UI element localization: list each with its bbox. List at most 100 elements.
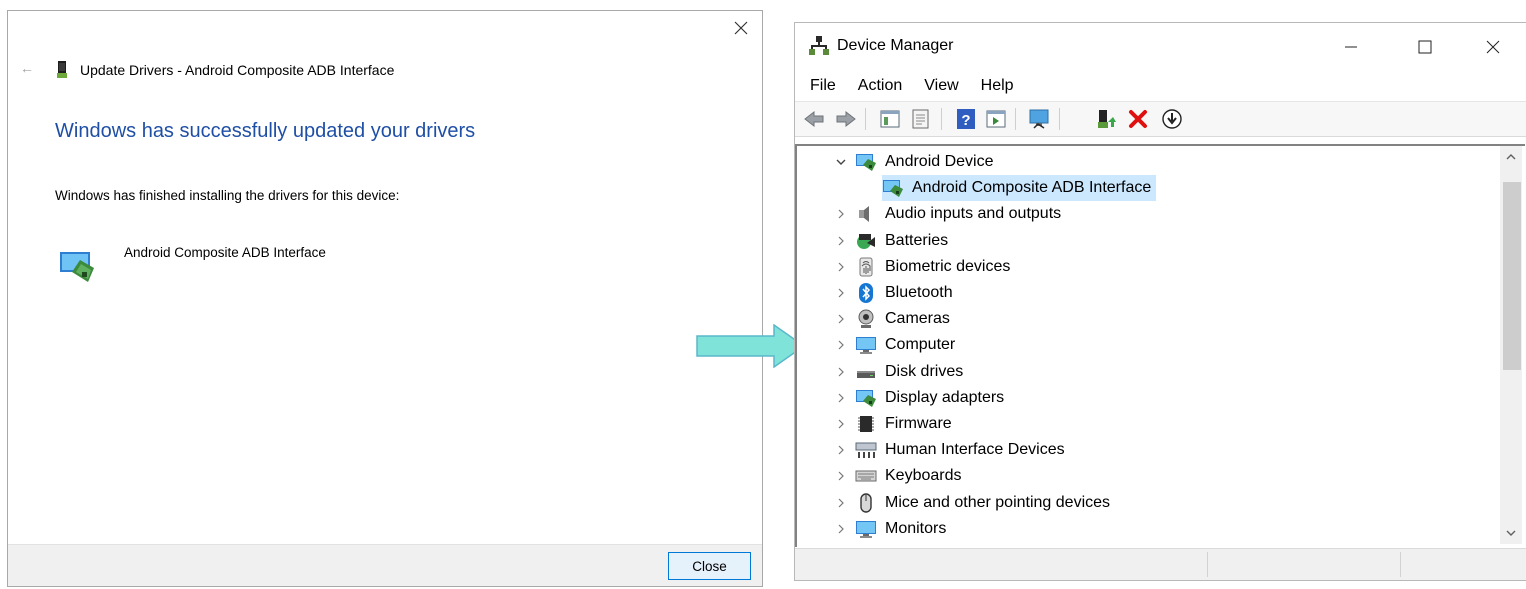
tree-item-label: Biometric devices [885, 257, 1011, 275]
show-hide-console-tree-icon[interactable] [879, 108, 901, 130]
display-adapter-icon [60, 252, 94, 282]
disk-drive-icon [857, 370, 875, 378]
tree-item-label: Cameras [885, 310, 950, 328]
tree-item[interactable]: Batteries [855, 228, 948, 254]
device-name: Android Composite ADB Interface [124, 245, 326, 260]
chevron-right-icon[interactable] [835, 235, 847, 247]
menu-help[interactable]: Help [966, 73, 1014, 99]
properties-icon[interactable] [910, 108, 932, 130]
chevron-right-icon[interactable] [835, 470, 847, 482]
display-adapter-icon [856, 389, 876, 407]
close-icon [1486, 40, 1500, 54]
chevron-right-icon[interactable] [835, 497, 847, 509]
display-adapter-icon [856, 154, 876, 171]
dialog-footer: Close [8, 544, 762, 586]
window-title: Device Manager [837, 37, 954, 54]
chevron-right-icon[interactable] [835, 313, 847, 325]
update-driver-icon[interactable] [1095, 108, 1117, 130]
help-icon[interactable]: ? [955, 108, 977, 130]
toolbar: ? [795, 101, 1526, 137]
tree-item[interactable]: Bluetooth [855, 280, 953, 306]
finished-description: Windows has finished installing the driv… [55, 188, 400, 203]
uninstall-device-icon[interactable] [1127, 108, 1149, 130]
maximize-icon [1418, 40, 1432, 54]
chip-icon [858, 416, 874, 432]
chevron-right-icon[interactable] [835, 418, 847, 430]
tree-item[interactable]: Monitors [855, 516, 946, 542]
tree-item-label: Android Device [885, 153, 994, 170]
tree-item-label: Mice and other pointing devices [885, 493, 1111, 511]
tree-item[interactable]: Android Composite ADB Interface [882, 175, 1157, 202]
tree-item-label: Monitors [885, 519, 947, 537]
speaker-icon [859, 206, 869, 223]
device-manager-window: Device Manager File Action View Help ? A… [794, 22, 1526, 581]
scroll-down-icon[interactable] [1505, 528, 1517, 538]
scrollbar-thumb[interactable] [1503, 182, 1521, 370]
menu-view[interactable]: View [909, 73, 958, 99]
window-close-button[interactable] [1471, 31, 1515, 63]
tree-item[interactable]: Cameras [855, 306, 950, 332]
tree-item[interactable]: Mice and other pointing devices [855, 490, 1110, 516]
close-icon[interactable] [730, 17, 752, 39]
hid-icon [855, 442, 877, 459]
scroll-up-icon[interactable] [1505, 152, 1517, 162]
tree-item[interactable]: Android Device [855, 149, 994, 175]
minimize-icon [1345, 46, 1357, 48]
maximize-button[interactable] [1403, 31, 1447, 63]
update-drivers-dialog: ← Update Drivers - Android Composite ADB… [7, 10, 763, 587]
tree-item-label: Computer [885, 336, 956, 354]
success-heading: Windows has successfully updated your dr… [55, 120, 476, 142]
toolbar-separator [1015, 108, 1016, 130]
chevron-down-icon[interactable] [835, 156, 847, 168]
device-manager-icon [809, 36, 829, 55]
chevron-right-icon[interactable] [835, 444, 847, 456]
toolbar-separator [865, 108, 866, 130]
device-tree: Android Device Android Composite ADB Inte… [795, 144, 1525, 547]
tree-item[interactable]: Disk drives [855, 359, 963, 385]
tree-item-label: Keyboards [885, 467, 962, 485]
tree-item[interactable]: Biometric devices [855, 254, 1010, 280]
chevron-right-icon[interactable] [835, 261, 847, 273]
tree-item[interactable]: Firmware [855, 411, 952, 437]
tree-item[interactable]: Display adapters [855, 385, 1004, 411]
status-cell [1207, 552, 1208, 577]
close-button[interactable]: Close [668, 552, 751, 580]
download-circle-icon[interactable] [1161, 108, 1183, 130]
action-pane-icon[interactable] [985, 108, 1007, 130]
back-arrow-icon[interactable] [803, 108, 825, 130]
scan-hardware-icon[interactable] [1028, 108, 1050, 130]
status-cell [1400, 552, 1401, 577]
minimize-button[interactable] [1329, 31, 1373, 63]
chevron-right-icon[interactable] [835, 523, 847, 535]
webcam-icon [858, 309, 874, 329]
mouse-icon [860, 492, 872, 513]
chevron-right-icon[interactable] [835, 287, 847, 299]
tree-item-label: Firmware [885, 415, 952, 432]
tree-item[interactable]: Audio inputs and outputs [855, 201, 1061, 227]
keyboard-icon [855, 470, 877, 482]
tree-item-label: Display adapters [885, 388, 1005, 406]
tree-item-label: Android Composite ADB Interface [912, 179, 1152, 197]
display-adapter-icon [883, 180, 903, 198]
menu-bar: File Action View Help [795, 73, 1526, 99]
tree-item[interactable]: Computer [855, 332, 955, 358]
tree-item-label: Human Interface Devices [885, 441, 1065, 459]
menu-action[interactable]: Action [843, 73, 902, 99]
chevron-right-icon[interactable] [835, 392, 847, 404]
chevron-right-icon[interactable] [835, 208, 847, 220]
back-arrow-icon[interactable]: ← [20, 60, 34, 76]
forward-arrow-icon[interactable] [835, 108, 857, 130]
dialog-header-title: Update Drivers - Android Composite ADB I… [80, 62, 395, 78]
bluetooth-icon [859, 283, 873, 303]
title-bar: Device Manager [795, 23, 1526, 71]
fingerprint-icon [859, 257, 873, 277]
tree-item[interactable]: Human Interface Devices [855, 437, 1065, 463]
tree-item[interactable]: Keyboards [855, 463, 962, 489]
menu-file[interactable]: File [795, 73, 836, 99]
tree-item-label: Batteries [885, 231, 949, 249]
battery-icon [857, 233, 875, 249]
chevron-right-icon[interactable] [835, 366, 847, 378]
vertical-scrollbar[interactable] [1500, 146, 1522, 544]
tree-item-label: Audio inputs and outputs [885, 205, 1062, 223]
chevron-right-icon[interactable] [835, 339, 847, 351]
